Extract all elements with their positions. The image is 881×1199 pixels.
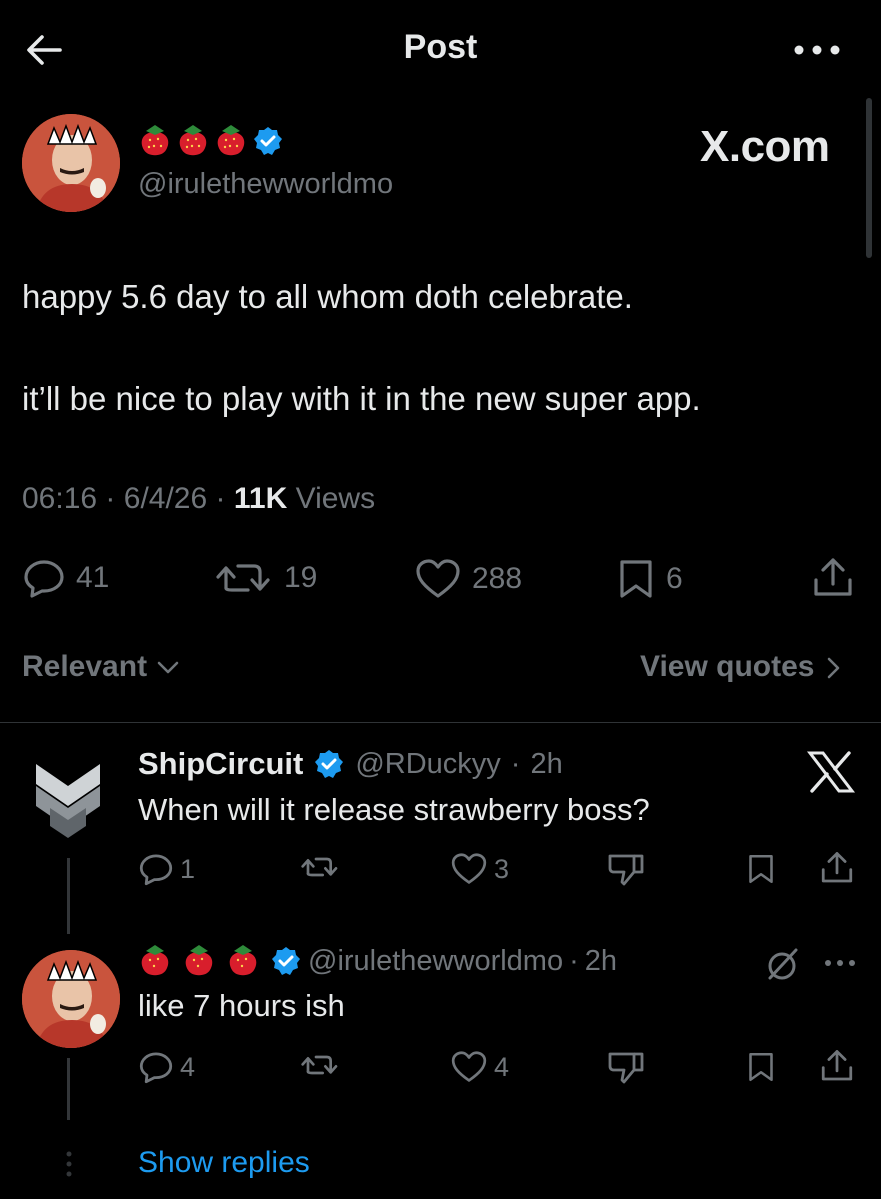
like-button[interactable]: 3 [450,852,509,886]
grok-icon[interactable] [764,946,802,984]
avatar[interactable] [22,950,120,1048]
share-button[interactable] [820,1048,854,1084]
like-button[interactable]: 4 [450,1050,509,1084]
share-button[interactable] [820,850,854,886]
repost-count: 19 [284,561,318,594]
show-replies-link[interactable]: Show replies [138,1146,310,1180]
reply-header: ShipCircuit @RDuckyy · 2h [138,746,563,782]
reply-time[interactable]: 2h [585,945,617,978]
reply-time[interactable]: 2h [530,748,562,781]
strawberry-icon [226,942,260,980]
downvote-icon [608,854,644,886]
downvote-button[interactable] [606,1050,646,1084]
author-name[interactable] [138,122,284,160]
strawberry-icon [214,122,248,160]
reply-author-handle[interactable]: @RDuckyy [355,748,500,781]
like-count: 288 [472,562,523,595]
bookmark-button[interactable] [746,852,776,886]
strawberry-icon [138,942,172,980]
reply-icon [24,560,64,598]
avatar[interactable] [22,114,120,212]
reply-button[interactable]: 4 [138,1050,195,1084]
bookmark-button[interactable] [746,1050,776,1084]
strawberry-icon [176,122,210,160]
sort-dropdown[interactable]: Relevant [22,650,181,684]
reply-icon [139,854,173,886]
reply-header: @irulethewworldmo · 2h [138,942,617,980]
like-button[interactable]: 288 [414,558,522,600]
bookmark-icon [749,1052,773,1082]
reply-count: 41 [76,561,110,594]
repost-icon [216,564,270,592]
verified-icon [252,125,284,157]
page-title: Post [403,28,478,66]
share-icon [821,1050,853,1081]
post-text-line-2: it’ll be nice to play with it in the new… [22,380,701,417]
scrollbar[interactable] [866,98,872,258]
reply-icon [139,1052,173,1084]
reply-button[interactable]: 41 [22,558,109,598]
like-icon [416,559,460,598]
views-label[interactable]: Views [296,482,375,515]
share-icon [821,852,853,883]
thread-line [67,858,70,934]
post-text-line-1: happy 5.6 day to all whom doth celebrate… [22,278,633,315]
verified-icon [270,945,302,977]
bookmark-count: 6 [666,562,683,595]
x-logo-icon[interactable] [806,750,856,794]
repost-button[interactable]: 19 [214,558,317,598]
repost-button[interactable] [300,852,346,882]
share-icon [814,558,852,596]
reply-author-handle[interactable]: @irulethewworldmo [308,945,563,978]
avatar[interactable] [30,756,106,840]
more-icon[interactable] [822,956,858,970]
post-meta: 06:16 · 6/4/26 · 11K Views [22,482,376,515]
like-icon [451,853,487,884]
x-com-label: X.com [700,122,830,171]
strawberry-icon [182,942,216,980]
downvote-button[interactable] [606,852,646,886]
reply-author-name[interactable]: ShipCircuit [138,746,303,782]
divider [0,722,881,723]
post-date[interactable]: 6/4/26 [124,482,207,515]
chevron-right-icon [827,657,840,679]
verified-icon [313,748,345,780]
more-icon[interactable] [792,38,842,62]
author-handle[interactable]: @irulethewworldmo [138,168,393,201]
bookmark-icon [620,560,652,598]
reply-text: When will it release strawberry boss? [138,792,650,827]
reply-text: like 7 hours ish [138,988,345,1023]
reply-button[interactable]: 1 [138,852,195,886]
share-button[interactable] [812,556,854,600]
bookmark-button[interactable]: 6 [616,558,683,600]
bookmark-icon [749,854,773,884]
like-icon [451,1051,487,1082]
views-count[interactable]: 11K [234,482,287,515]
chevron-down-icon [158,661,179,674]
view-quotes-link[interactable]: View quotes [640,650,843,684]
strawberry-icon [138,122,172,160]
post-time[interactable]: 06:16 [22,482,97,515]
repost-button[interactable] [300,1050,346,1080]
thread-dots [64,1150,74,1180]
repost-icon [301,1055,338,1075]
downvote-icon [608,1052,644,1084]
thread-line [67,1058,70,1120]
repost-icon [301,857,338,877]
